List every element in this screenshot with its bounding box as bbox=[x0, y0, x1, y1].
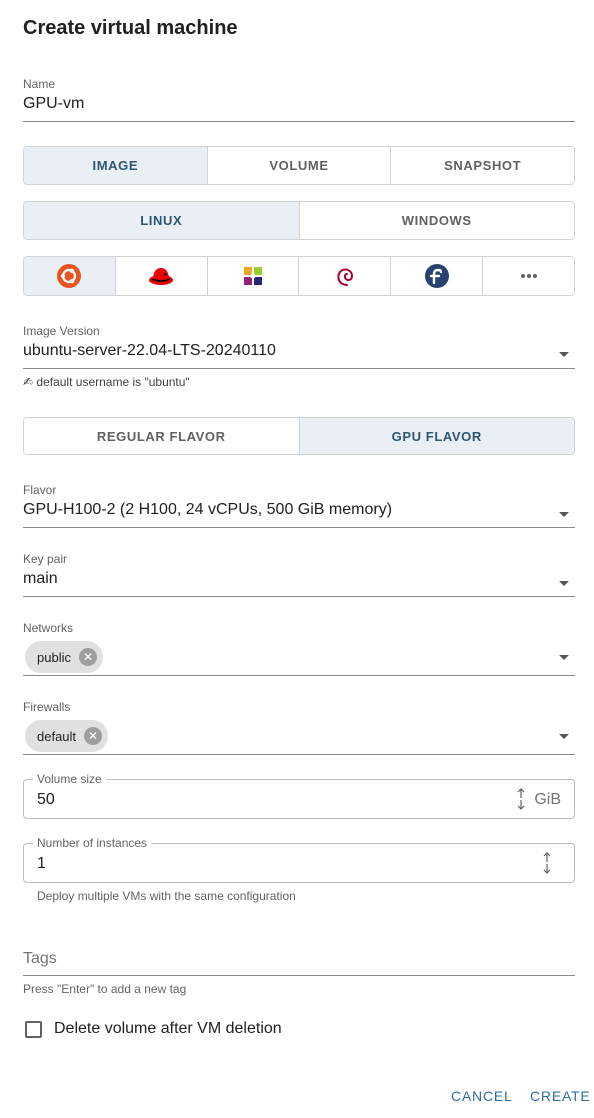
debian-icon bbox=[337, 268, 353, 286]
image-version-label: Image Version bbox=[23, 324, 100, 338]
chevron-down-icon[interactable] bbox=[559, 352, 569, 357]
instances-label: Number of instances bbox=[33, 836, 152, 850]
centos-icon bbox=[244, 267, 263, 285]
dialog-title: Create virtual machine bbox=[23, 17, 238, 39]
os-tabs: LINUX WINDOWS bbox=[23, 201, 575, 240]
tab-regular-flavor[interactable]: REGULAR FLAVOR bbox=[24, 418, 300, 454]
name-field[interactable]: Name GPU-vm bbox=[23, 77, 575, 122]
firewalls-underline bbox=[23, 754, 575, 755]
chip-label: public bbox=[37, 649, 71, 665]
fedora-icon bbox=[424, 264, 449, 288]
distro-fedora[interactable] bbox=[391, 257, 484, 295]
tab-image[interactable]: IMAGE bbox=[24, 147, 208, 184]
firewall-chip-default[interactable]: default ✕ bbox=[25, 720, 109, 752]
instances-input[interactable]: Number of instances 1 bbox=[23, 836, 575, 883]
distro-more[interactable] bbox=[483, 257, 574, 295]
volume-size-value[interactable]: 50 bbox=[37, 791, 55, 809]
writing-hand-icon: ✍ bbox=[23, 375, 34, 389]
chevron-down-icon[interactable] bbox=[559, 512, 569, 517]
flavor-select[interactable]: Flavor GPU-H100-2 (2 H100, 24 vCPUs, 500… bbox=[23, 483, 575, 528]
chip-label: default bbox=[37, 728, 77, 744]
flavor-underline bbox=[23, 527, 575, 528]
key-pair-value[interactable]: main bbox=[23, 570, 575, 588]
stepper-icon[interactable] bbox=[516, 788, 526, 810]
key-pair-label: Key pair bbox=[23, 552, 68, 566]
distro-redhat[interactable] bbox=[115, 257, 208, 295]
volume-size-label: Volume size bbox=[33, 772, 106, 786]
delete-volume-label[interactable]: Delete volume after VM deletion bbox=[54, 1020, 282, 1038]
tags-input[interactable]: Tags bbox=[23, 950, 575, 976]
network-chip-public[interactable]: public ✕ bbox=[25, 641, 103, 673]
firewalls-select[interactable]: Firewalls default ✕ bbox=[23, 700, 575, 755]
instances-value[interactable]: 1 bbox=[37, 855, 46, 873]
flavor-value[interactable]: GPU-H100-2 (2 H100, 24 vCPUs, 500 GiB me… bbox=[23, 501, 575, 519]
distro-picker bbox=[23, 256, 575, 296]
networks-label: Networks bbox=[23, 621, 74, 635]
distro-debian[interactable] bbox=[299, 257, 392, 295]
flavor-label: Flavor bbox=[23, 483, 57, 497]
tags-helper: Press "Enter" to add a new tag bbox=[23, 982, 187, 996]
volume-size-unit: GiB bbox=[534, 791, 561, 808]
delete-volume-checkbox[interactable] bbox=[25, 1021, 42, 1038]
tab-windows[interactable]: WINDOWS bbox=[299, 202, 574, 239]
chevron-down-icon[interactable] bbox=[559, 734, 569, 739]
redhat-icon bbox=[149, 268, 174, 285]
image-version-value[interactable]: ubuntu-server-22.04-LTS-20240110 bbox=[23, 342, 575, 360]
tab-linux[interactable]: LINUX bbox=[24, 202, 300, 239]
networks-select[interactable]: Networks public ✕ bbox=[23, 621, 575, 676]
image-version-underline bbox=[23, 368, 575, 369]
distro-ubuntu[interactable] bbox=[24, 257, 116, 295]
image-version-hint: ✍ default username is "ubuntu" bbox=[23, 375, 190, 389]
flavor-tabs: REGULAR FLAVOR GPU FLAVOR bbox=[23, 417, 575, 455]
source-tabs: IMAGE VOLUME SNAPSHOT bbox=[23, 146, 575, 185]
tab-volume[interactable]: VOLUME bbox=[207, 147, 392, 184]
instances-helper: Deploy multiple VMs with the same config… bbox=[37, 889, 296, 903]
image-version-select[interactable]: Image Version ubuntu-server-22.04-LTS-20… bbox=[23, 324, 575, 369]
cancel-button[interactable]: CANCEL bbox=[451, 1088, 513, 1104]
name-underline bbox=[23, 121, 575, 122]
networks-underline bbox=[23, 675, 575, 676]
close-icon[interactable]: ✕ bbox=[84, 727, 103, 745]
key-pair-select[interactable]: Key pair main bbox=[23, 552, 575, 597]
chevron-down-icon[interactable] bbox=[559, 581, 569, 586]
tags-underline bbox=[23, 975, 575, 976]
stepper-icon[interactable] bbox=[542, 852, 552, 874]
create-button[interactable]: CREATE bbox=[530, 1088, 591, 1104]
chevron-down-icon[interactable] bbox=[559, 655, 569, 660]
firewalls-label: Firewalls bbox=[23, 700, 71, 714]
key-pair-underline bbox=[23, 596, 575, 597]
more-icon bbox=[520, 274, 537, 278]
name-label: Name bbox=[23, 77, 56, 91]
volume-size-input[interactable]: Volume size 50 GiB bbox=[23, 772, 575, 819]
distro-centos[interactable] bbox=[207, 257, 300, 295]
tab-gpu-flavor[interactable]: GPU FLAVOR bbox=[299, 418, 574, 454]
tab-snapshot[interactable]: SNAPSHOT bbox=[391, 147, 574, 184]
ubuntu-icon bbox=[57, 264, 82, 288]
name-value[interactable]: GPU-vm bbox=[23, 95, 575, 113]
image-version-hint-text: default username is "ubuntu" bbox=[36, 375, 190, 389]
tags-placeholder[interactable]: Tags bbox=[23, 950, 575, 968]
close-icon[interactable]: ✕ bbox=[78, 648, 97, 666]
